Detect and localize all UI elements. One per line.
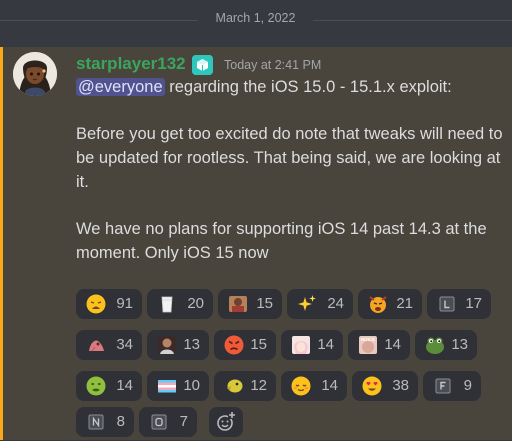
reaction-button[interactable]: 9	[423, 371, 481, 401]
glass-of-milk-icon	[157, 294, 177, 314]
reaction-count: 38	[392, 377, 409, 394]
letter-l-tile-icon	[437, 294, 457, 314]
reaction-count: 14	[384, 336, 401, 353]
reaction-button[interactable]: 14	[281, 371, 347, 401]
angry-face-icon	[224, 335, 244, 355]
reaction-count: 14	[317, 336, 334, 353]
reaction-button[interactable]: 38	[352, 371, 418, 401]
reaction-button[interactable]: 15	[218, 289, 282, 319]
date-divider-label: March 1, 2022	[215, 11, 296, 25]
avatar[interactable]	[13, 52, 57, 96]
custom-emote-photo-icon	[228, 294, 248, 314]
reaction-count: 15	[250, 336, 267, 353]
avatar-image	[13, 52, 57, 96]
reaction-button[interactable]: 14	[281, 330, 343, 360]
reaction-button[interactable]: 10	[147, 371, 209, 401]
reaction-button[interactable]: 13	[147, 330, 209, 360]
message-line: @everyone regarding the iOS 15.0 - 15.1.…	[76, 76, 506, 100]
reaction-button[interactable]: 21	[358, 289, 422, 319]
reaction-count: 10	[183, 377, 200, 394]
heart-eyes-face-icon	[362, 376, 382, 396]
divider-line	[0, 20, 198, 21]
date-divider: March 1, 2022	[0, 0, 512, 40]
reaction-count: 14	[116, 377, 133, 394]
weary-face-icon	[86, 294, 106, 314]
message-content: @everyone regarding the iOS 15.0 - 15.1.…	[76, 76, 506, 266]
reaction-count: 12	[250, 377, 267, 394]
message-item: starplayer132 Today at 2:41 PM @everyone…	[0, 47, 512, 440]
custom-emote-angry-face-icon	[368, 294, 388, 314]
mention-highlight-bar	[0, 47, 3, 440]
reaction-button[interactable]: 34	[76, 330, 142, 360]
reaction-count: 14	[321, 377, 338, 394]
message-paragraph: Before you get too excited do note that …	[76, 125, 503, 191]
message-timestamp[interactable]: Today at 2:41 PM	[224, 58, 321, 72]
reaction-count: 17	[465, 295, 482, 312]
reaction-count: 34	[116, 336, 133, 353]
reaction-button[interactable]: 14	[76, 371, 142, 401]
reaction-button[interactable]: 20	[147, 289, 213, 319]
username[interactable]: starplayer132	[76, 54, 186, 74]
line-break	[76, 195, 506, 219]
relieved-face-icon	[291, 376, 311, 396]
nauseated-face-icon	[86, 376, 106, 396]
reaction-count: 7	[179, 413, 188, 430]
transgender-flag-icon	[157, 376, 177, 396]
divider-line	[313, 20, 512, 21]
custom-emote-anime-icon	[291, 335, 311, 355]
add-reaction-icon	[217, 411, 236, 431]
custom-emote-pink-icon	[86, 335, 106, 355]
reaction-count: 20	[187, 295, 204, 312]
reaction-button[interactable]: 15	[214, 330, 276, 360]
custom-emote-noice-icon: NOICE	[358, 335, 378, 355]
reaction-button[interactable]: 91	[76, 289, 142, 319]
message-paragraph: We have no plans for supporting iOS 14 p…	[76, 220, 487, 262]
reaction-count: 91	[116, 295, 133, 312]
badge-icon	[192, 55, 213, 75]
letter-f-tile-icon	[433, 376, 453, 396]
reaction-count: 15	[256, 295, 273, 312]
reaction-count: 24	[327, 295, 344, 312]
reaction-count: 8	[116, 413, 125, 430]
letter-n-tile-icon	[86, 412, 106, 432]
reaction-count: 9	[463, 377, 472, 394]
reaction-button[interactable]: 17	[427, 289, 491, 319]
reaction-count: 13	[183, 336, 200, 353]
message-text: regarding the iOS 15.0 - 15.1.x exploit:	[164, 78, 452, 96]
letter-o-tile-icon	[149, 412, 169, 432]
reaction-button[interactable]: 12	[214, 371, 276, 401]
reaction-button[interactable]: 24	[287, 289, 353, 319]
sparkles-icon	[297, 294, 317, 314]
custom-emote-yellow-icon	[224, 376, 244, 396]
reaction-button[interactable]: NOICE 14	[348, 330, 410, 360]
reaction-button[interactable]: 8	[76, 407, 134, 437]
reaction-count: 13	[451, 336, 468, 353]
custom-emote-photo-icon	[157, 335, 177, 355]
line-break	[76, 100, 506, 124]
reaction-button[interactable]: 7	[139, 407, 197, 437]
server-badge-icon[interactable]	[192, 55, 213, 75]
everyone-mention[interactable]: @everyone	[76, 78, 165, 96]
frog-emote-icon	[425, 335, 445, 355]
add-reaction-button[interactable]	[209, 407, 243, 437]
noice-overlay: NOICE	[361, 337, 375, 342]
reaction-button[interactable]: 13	[415, 330, 477, 360]
reaction-count: 21	[396, 295, 413, 312]
